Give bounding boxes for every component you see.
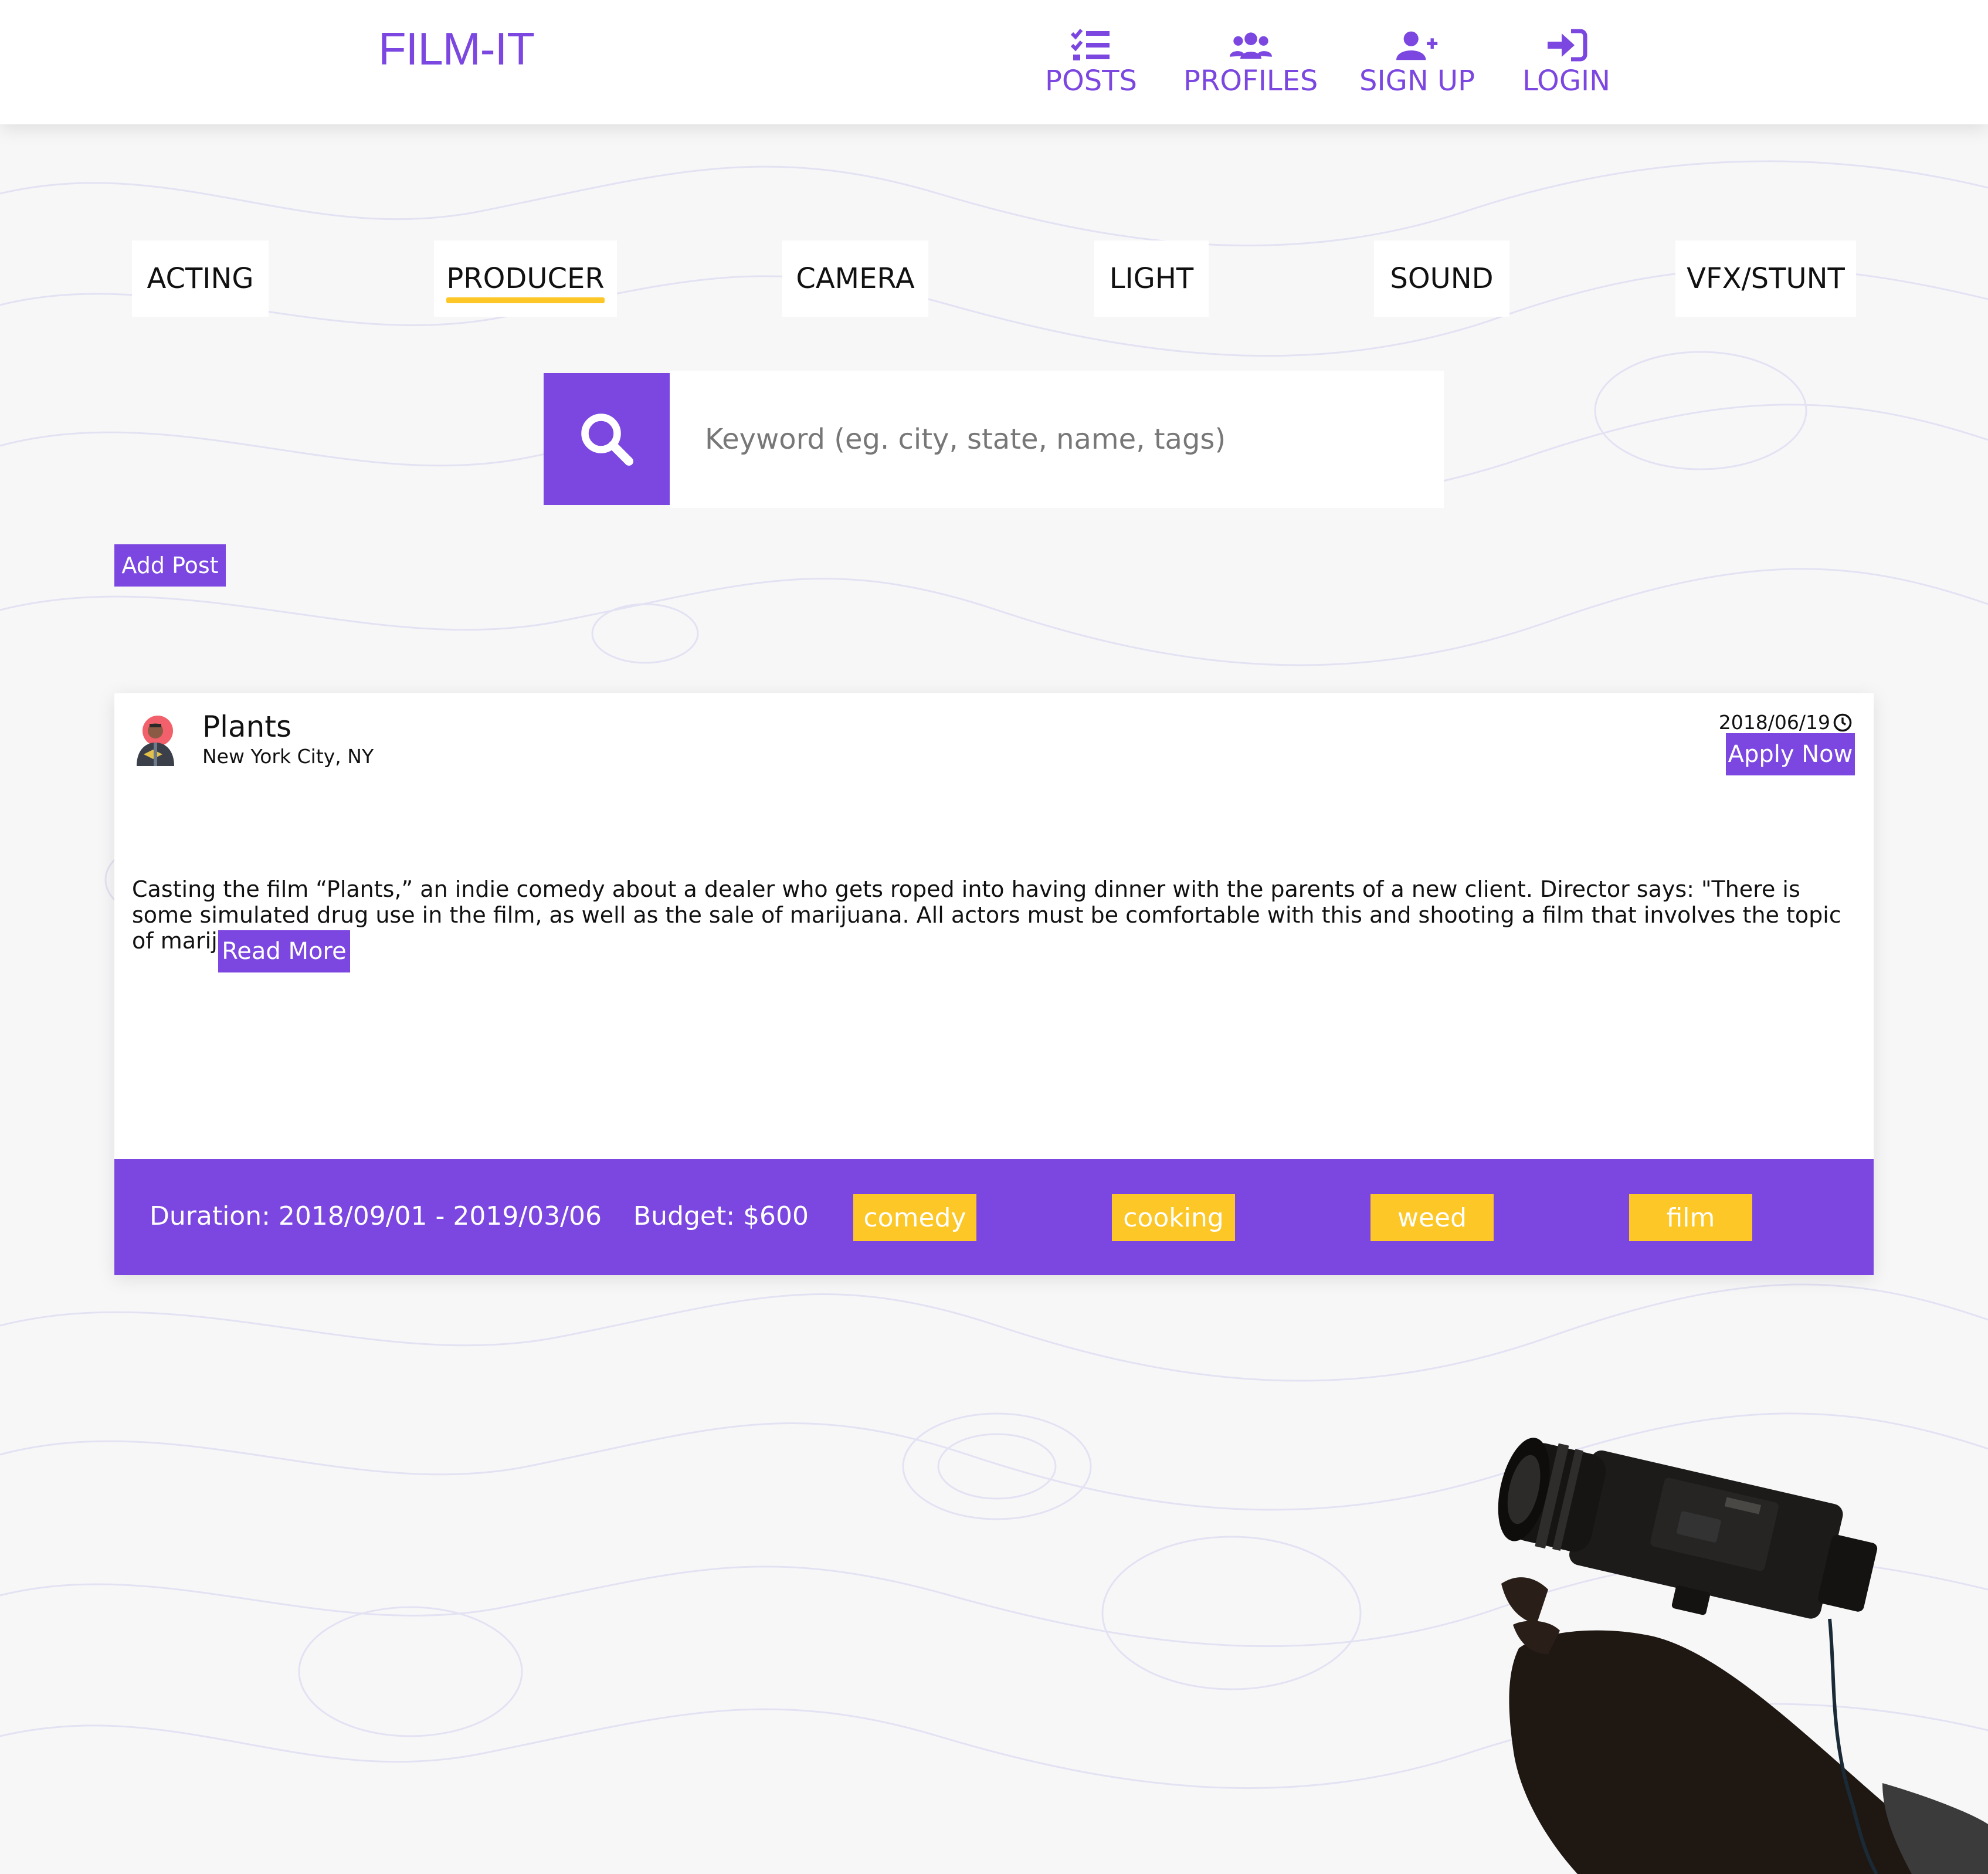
nav-posts-label: POSTS (1045, 65, 1137, 97)
post-duration: Duration: 2018/09/01 - 2019/03/06 (150, 1201, 602, 1231)
post-date-text: 2018/06/19 (1718, 711, 1830, 734)
hand-holding-camera-image (1498, 1438, 1988, 1874)
nav-posts[interactable]: POSTS (1045, 28, 1137, 97)
tab-light[interactable]: LIGHT (1094, 240, 1209, 317)
nav-login[interactable]: LOGIN (1522, 28, 1610, 97)
tab-vfx-stunt-label: VFX/STUNT (1687, 262, 1845, 295)
tab-producer[interactable]: PRODUCER (434, 240, 617, 317)
add-post-button[interactable]: Add Post (114, 544, 226, 587)
tab-acting[interactable]: ACTING (132, 240, 269, 317)
tag-film[interactable]: film (1629, 1194, 1752, 1241)
tab-acting-label: ACTING (147, 262, 254, 295)
nav-profiles[interactable]: PROFILES (1183, 28, 1318, 97)
sign-in-icon (1548, 29, 1587, 62)
avatar (137, 716, 174, 766)
search-button[interactable] (544, 373, 670, 505)
tab-vfx-stunt[interactable]: VFX/STUNT (1675, 240, 1856, 317)
search-icon (581, 413, 633, 466)
post-footer: Duration: 2018/09/01 - 2019/03/06 Budget… (114, 1159, 1874, 1275)
apply-now-button[interactable]: Apply Now (1726, 733, 1855, 775)
tab-camera-label: CAMERA (796, 262, 915, 295)
tab-sound[interactable]: SOUND (1374, 240, 1509, 317)
post-date: 2018/06/19 (1719, 711, 1853, 734)
tab-camera[interactable]: CAMERA (782, 240, 928, 317)
clock-icon (1833, 713, 1852, 731)
user-plus-icon (1396, 31, 1437, 60)
post-title[interactable]: Plants (202, 710, 291, 744)
nav-sign-up-label: SIGN UP (1359, 65, 1475, 97)
nav-login-label: LOGIN (1522, 65, 1611, 97)
post-budget: Budget: $600 (633, 1201, 809, 1231)
post-location: New York City, NY (202, 745, 374, 768)
tab-light-label: LIGHT (1109, 262, 1194, 295)
tasks-list-icon (1071, 29, 1110, 60)
post-description: Casting the film “Plants,” an indie come… (132, 876, 1841, 954)
nav-profiles-label: PROFILES (1183, 65, 1318, 97)
nav-sign-up[interactable]: SIGN UP (1359, 28, 1475, 97)
read-more-button[interactable]: Read More (218, 930, 350, 972)
tag-comedy[interactable]: comedy (853, 1194, 976, 1241)
users-icon (1229, 32, 1272, 59)
post-card: Plants New York City, NY 2018/06/19 Appl… (114, 693, 1874, 1275)
search-input[interactable] (670, 371, 1444, 508)
tag-weed[interactable]: weed (1370, 1194, 1494, 1241)
tag-cooking[interactable]: cooking (1112, 1194, 1235, 1241)
site-logo[interactable]: FILM-IT (378, 22, 535, 76)
tab-producer-label: PRODUCER (446, 262, 605, 303)
tab-sound-label: SOUND (1390, 262, 1494, 295)
top-navbar: FILM-IT POSTS PROFILES SIGN UP LOGIN (0, 0, 1988, 124)
